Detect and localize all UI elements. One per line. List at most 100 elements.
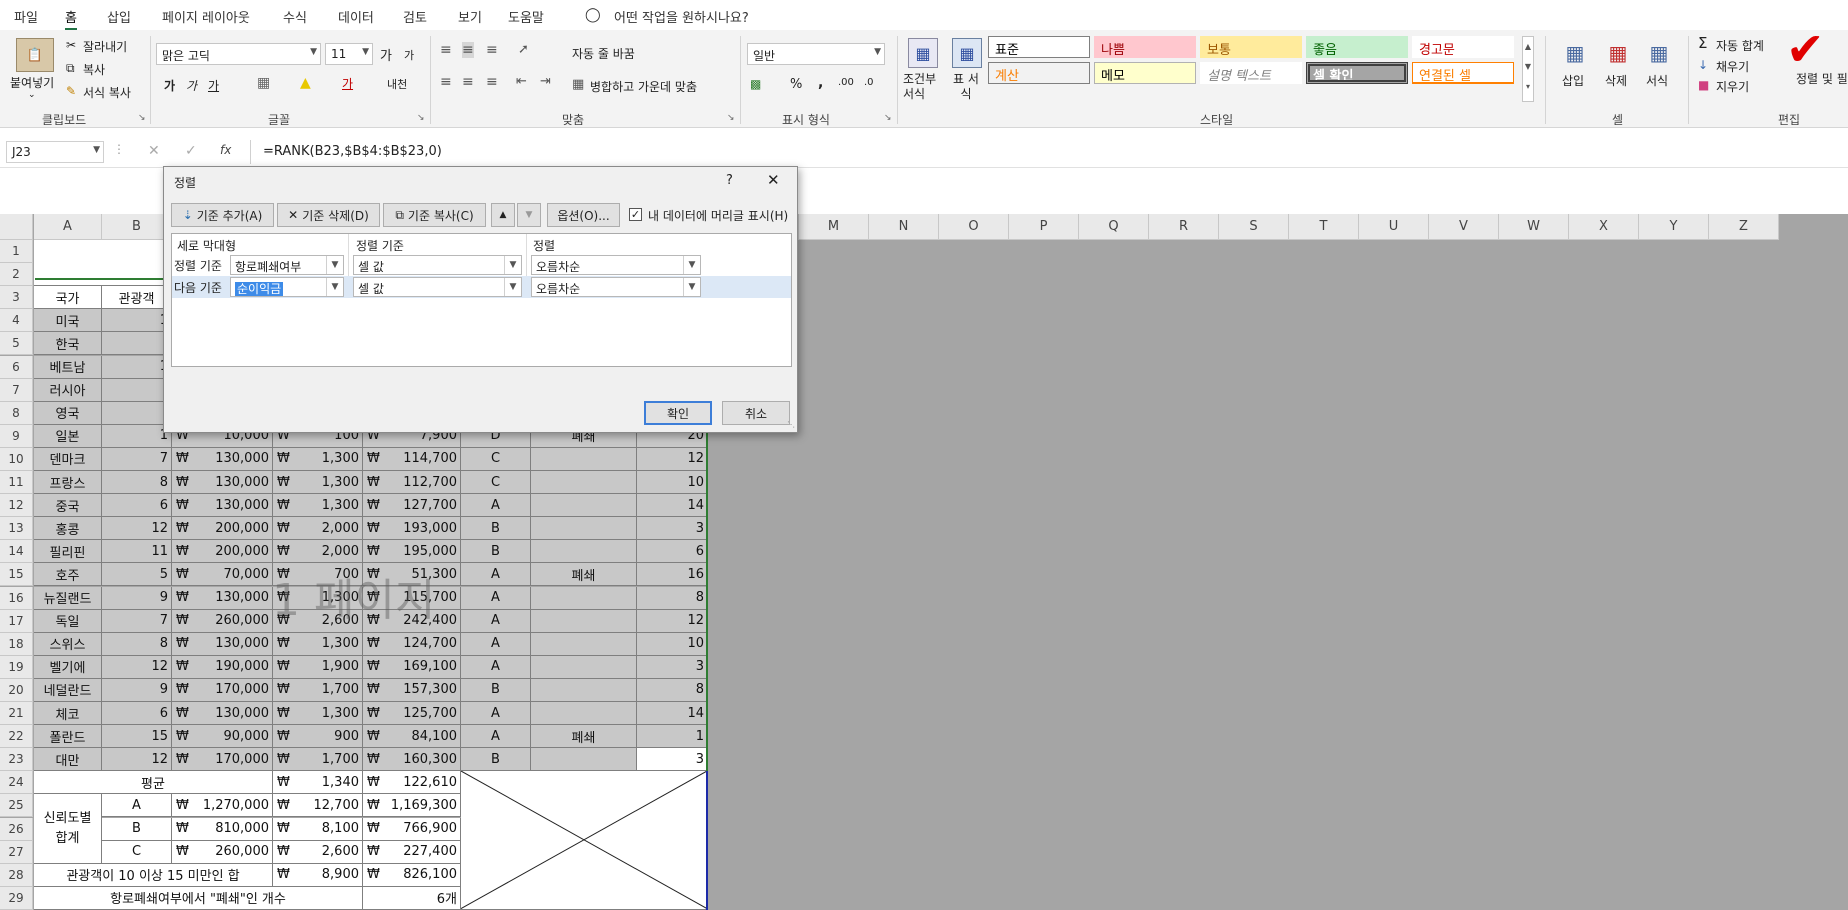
italic-button[interactable]: 가 bbox=[186, 77, 197, 94]
cell-visitors[interactable]: 1 bbox=[102, 424, 172, 448]
cell-style-option[interactable]: 표준 bbox=[988, 36, 1090, 58]
align-center-icon[interactable]: ≡ bbox=[462, 74, 474, 90]
dialog-launcher-icon[interactable]: ↘ bbox=[417, 113, 425, 123]
row-header[interactable]: 21 bbox=[0, 702, 33, 726]
name-box[interactable]: J23 ▼ bbox=[6, 141, 104, 163]
help-button[interactable]: ? bbox=[726, 173, 733, 188]
cell-country[interactable]: 덴마크 bbox=[34, 447, 102, 471]
cell-visitors[interactable]: 12 bbox=[102, 655, 172, 679]
cell-style-option[interactable]: 계산 bbox=[988, 62, 1090, 84]
cell-c[interactable]: ₩170,000 bbox=[172, 748, 273, 772]
cell-country[interactable]: 일본 bbox=[34, 424, 102, 448]
cell-country[interactable]: 대만 bbox=[34, 748, 102, 772]
row-header[interactable]: 13 bbox=[0, 517, 33, 541]
row-header[interactable]: 7 bbox=[0, 378, 33, 402]
conditional-format-icon[interactable]: ▦ bbox=[908, 38, 938, 68]
grade-sum-e[interactable]: ₩1,169,300 bbox=[363, 794, 461, 818]
dialog-launcher-icon[interactable]: ↘ bbox=[727, 113, 735, 123]
row-header[interactable]: 28 bbox=[0, 863, 33, 887]
average-profit[interactable]: ₩122,610 bbox=[363, 771, 461, 795]
sort-on-select[interactable]: 셀 값 ▼ bbox=[353, 255, 522, 275]
cell-country[interactable]: 홍콩 bbox=[34, 517, 102, 541]
cell-visitors[interactable]: 6 bbox=[102, 494, 172, 518]
header-country[interactable]: 국가 bbox=[34, 286, 102, 310]
cell-e[interactable]: ₩125,700 bbox=[363, 702, 461, 726]
insert-cells-button[interactable]: 삽입 bbox=[1562, 72, 1584, 89]
cell-visitors[interactable]: 1 bbox=[102, 355, 172, 379]
cell-visitors[interactable]: 9 bbox=[102, 586, 172, 610]
cell-route-closed[interactable] bbox=[531, 540, 637, 564]
select-all-corner[interactable] bbox=[0, 214, 33, 240]
percent-button[interactable]: % bbox=[790, 77, 802, 92]
copy-button[interactable]: 복사 bbox=[83, 61, 105, 78]
font-size-select[interactable]: 11 ▼ bbox=[325, 43, 373, 65]
increase-decimal-icon[interactable]: .00 bbox=[838, 77, 854, 88]
cell-e[interactable]: ₩127,700 bbox=[363, 494, 461, 518]
row-header[interactable]: 23 bbox=[0, 748, 33, 772]
cell-style-option[interactable]: 경고문 bbox=[1412, 36, 1514, 58]
align-top-icon[interactable]: ≡ bbox=[440, 42, 452, 58]
cell-visitors[interactable]: 5 bbox=[102, 563, 172, 587]
cell-grade[interactable]: B bbox=[461, 748, 531, 772]
grade-sum-c[interactable]: ₩260,000 bbox=[172, 840, 273, 864]
delete-level-button[interactable]: ✕ 기준 삭제(D) bbox=[277, 203, 380, 227]
phonetic-button[interactable]: 내천 bbox=[387, 76, 407, 92]
row-header[interactable]: 8 bbox=[0, 401, 33, 425]
sort-filter-button[interactable]: 정렬 및 필터 bbox=[1796, 72, 1848, 87]
cell-route-closed[interactable] bbox=[531, 471, 637, 495]
tab-help[interactable]: 도움말 bbox=[508, 7, 544, 26]
column-header[interactable]: S bbox=[1219, 214, 1289, 240]
column-header[interactable]: Y bbox=[1639, 214, 1709, 240]
cell-country[interactable]: 네덜란드 bbox=[34, 678, 102, 702]
cell-country[interactable]: 호주 bbox=[34, 563, 102, 587]
cell-d[interactable]: ₩900 bbox=[273, 725, 363, 749]
cell-style-option[interactable]: 보통 bbox=[1200, 36, 1302, 58]
cell-c[interactable]: ₩130,000 bbox=[172, 494, 273, 518]
grade-name[interactable]: B bbox=[102, 817, 172, 841]
row-header[interactable]: 18 bbox=[0, 632, 33, 656]
copy-level-button[interactable]: ⧉ 기준 복사(C) bbox=[383, 203, 486, 227]
cell-rank[interactable]: 12 bbox=[637, 609, 708, 633]
grade-sum-c[interactable]: ₩1,270,000 bbox=[172, 794, 273, 818]
cell-rank[interactable]: 3 bbox=[637, 655, 708, 679]
column-header[interactable]: Q bbox=[1079, 214, 1149, 240]
cell-e[interactable]: ₩84,100 bbox=[363, 725, 461, 749]
tab-insert[interactable]: 삽입 bbox=[107, 7, 131, 26]
tab-data[interactable]: 데이터 bbox=[338, 7, 374, 26]
cell-country[interactable]: 독일 bbox=[34, 609, 102, 633]
row-header[interactable]: 24 bbox=[0, 771, 33, 795]
move-down-button[interactable]: ▼ bbox=[517, 203, 541, 227]
cell-country[interactable]: 러시아 bbox=[34, 378, 102, 402]
tell-me-search[interactable]: 어떤 작업을 원하시나요? bbox=[614, 7, 749, 26]
cell-country[interactable]: 스위스 bbox=[34, 632, 102, 656]
format-as-table-button[interactable]: 표 서식 bbox=[948, 72, 984, 102]
cell-visitors[interactable]: 6 bbox=[102, 702, 172, 726]
align-middle-icon[interactable]: ≡ bbox=[462, 42, 474, 58]
row-header[interactable]: 5 bbox=[0, 332, 33, 356]
cell-d[interactable]: ₩1,900 bbox=[273, 655, 363, 679]
cell-visitors[interactable]: 9 bbox=[102, 678, 172, 702]
cell-grade[interactable]: A bbox=[461, 702, 531, 726]
visitors-range-fee[interactable]: ₩8,900 bbox=[273, 863, 363, 887]
cell-visitors[interactable]: 11 bbox=[102, 540, 172, 564]
wrap-text-button[interactable]: 자동 줄 바꿈 bbox=[572, 45, 635, 62]
cell-route-closed[interactable] bbox=[531, 586, 637, 610]
format-cells-button[interactable]: 서식 bbox=[1646, 72, 1668, 89]
currency-icon[interactable]: ▩ bbox=[750, 77, 761, 91]
paste-icon[interactable]: 📋 bbox=[16, 38, 54, 72]
grade-sum-e[interactable]: ₩227,400 bbox=[363, 840, 461, 864]
row-header[interactable]: 14 bbox=[0, 540, 33, 564]
cancel-button[interactable]: 취소 bbox=[722, 401, 790, 425]
cell-rank[interactable]: 12 bbox=[637, 447, 708, 471]
cell-country[interactable]: 프랑스 bbox=[34, 471, 102, 495]
confirm-entry-icon[interactable]: ✓ bbox=[185, 143, 197, 159]
cell-route-closed[interactable] bbox=[531, 678, 637, 702]
add-level-button[interactable]: ⇣ 기준 추가(A) bbox=[171, 203, 274, 227]
cell-grade[interactable]: A bbox=[461, 494, 531, 518]
row-header[interactable]: 10 bbox=[0, 447, 33, 471]
sort-column-select[interactable]: 순이익금 ▼ bbox=[230, 277, 344, 297]
cell-country[interactable]: 폴란드 bbox=[34, 725, 102, 749]
cell-e[interactable]: ₩114,700 bbox=[363, 447, 461, 471]
column-header[interactable]: B bbox=[102, 214, 172, 240]
cell-grade[interactable]: B bbox=[461, 678, 531, 702]
